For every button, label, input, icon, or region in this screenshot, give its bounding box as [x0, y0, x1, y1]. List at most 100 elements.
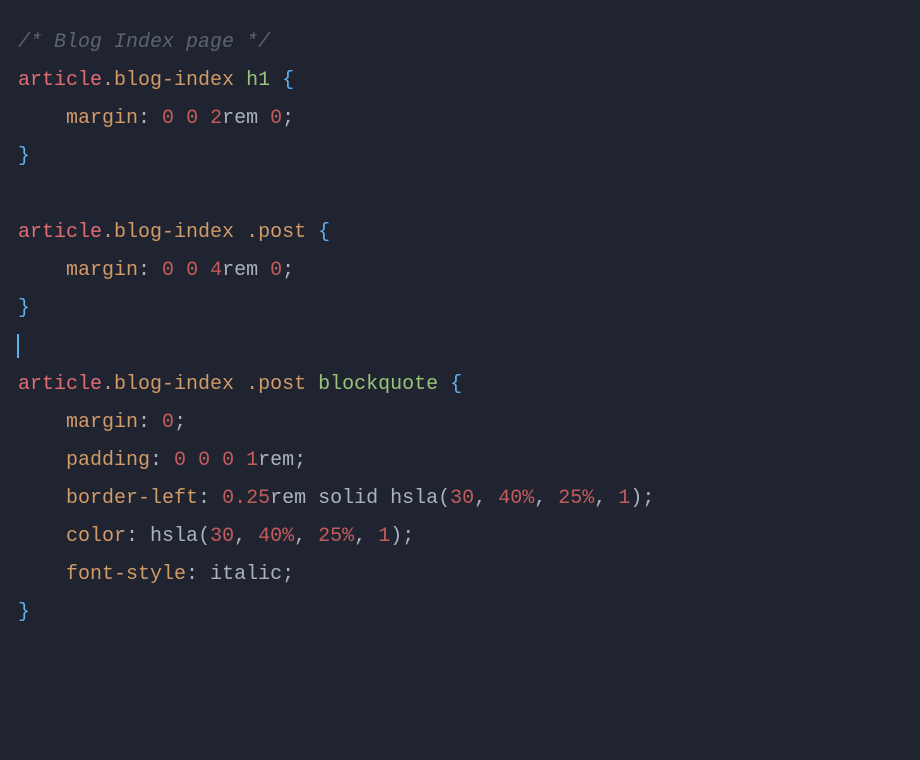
- colon: :: [150, 449, 174, 472]
- space: [258, 259, 270, 282]
- number: 0: [270, 107, 282, 130]
- indent: [18, 487, 66, 510]
- line: }: [18, 138, 902, 176]
- semicolon: ;: [282, 563, 294, 586]
- number: 30: [210, 525, 234, 548]
- line: }: [18, 594, 902, 632]
- indent: [18, 449, 66, 472]
- number: 4: [210, 259, 222, 282]
- colon: :: [198, 487, 222, 510]
- line: article.blog-index h1 {: [18, 62, 902, 100]
- number: 0: [222, 449, 234, 472]
- selector-tag: article: [18, 373, 102, 396]
- unit: rem: [222, 107, 258, 130]
- semicolon: ;: [642, 487, 654, 510]
- number: 0: [270, 259, 282, 282]
- number: 0: [162, 411, 174, 434]
- number: 1: [378, 525, 390, 548]
- selector-element: h1: [246, 69, 270, 92]
- space: [306, 373, 318, 396]
- semicolon: ;: [174, 411, 186, 434]
- colon: :: [138, 107, 162, 130]
- number: 0: [186, 107, 198, 130]
- space: [306, 221, 318, 244]
- selector-class: .blog-index: [102, 373, 234, 396]
- comma: ,: [294, 525, 318, 548]
- space: [306, 487, 318, 510]
- space: [378, 487, 390, 510]
- line: margin: 0;: [18, 404, 902, 442]
- paren-close: ): [390, 525, 402, 548]
- property: font-style: [66, 563, 186, 586]
- property: margin: [66, 259, 138, 282]
- line: }: [18, 290, 902, 328]
- selector-tag: article: [18, 221, 102, 244]
- number: 1: [618, 487, 630, 510]
- number: 0.25: [222, 487, 270, 510]
- property: margin: [66, 411, 138, 434]
- brace-open: {: [318, 221, 330, 244]
- comma: ,: [594, 487, 618, 510]
- paren-open: (: [438, 487, 450, 510]
- semicolon: ;: [282, 259, 294, 282]
- percent: %: [522, 487, 534, 510]
- comment: /* Blog Index page */: [18, 31, 270, 54]
- space: [270, 69, 282, 92]
- paren-close: ): [630, 487, 642, 510]
- space: [438, 373, 450, 396]
- line: margin: 0 0 2rem 0;: [18, 100, 902, 138]
- colon: :: [186, 563, 210, 586]
- number: 1: [246, 449, 258, 472]
- semicolon: ;: [402, 525, 414, 548]
- colon: :: [138, 411, 162, 434]
- comma: ,: [234, 525, 258, 548]
- line: border-left: 0.25rem solid hsla(30, 40%,…: [18, 480, 902, 518]
- space: [258, 107, 270, 130]
- indent: [18, 563, 66, 586]
- line: color: hsla(30, 40%, 25%, 1);: [18, 518, 902, 556]
- space: [198, 107, 210, 130]
- paren-open: (: [198, 525, 210, 548]
- number: 0: [198, 449, 210, 472]
- indent: [18, 259, 66, 282]
- number: 25: [558, 487, 582, 510]
- number: 40: [498, 487, 522, 510]
- brace-open: {: [450, 373, 462, 396]
- function: hsla: [390, 487, 438, 510]
- selector-class: .blog-index: [102, 69, 234, 92]
- selector-element: blockquote: [318, 373, 438, 396]
- keyword: solid: [318, 487, 378, 510]
- brace-close: }: [18, 297, 30, 320]
- function: hsla: [150, 525, 198, 548]
- line: article.blog-index .post {: [18, 214, 902, 252]
- line: padding: 0 0 0 1rem;: [18, 442, 902, 480]
- space: [210, 449, 222, 472]
- number: 2: [210, 107, 222, 130]
- line-comment: /* Blog Index page */: [18, 24, 902, 62]
- space: [234, 373, 246, 396]
- number: 0: [174, 449, 186, 472]
- brace-open: {: [282, 69, 294, 92]
- selector-class: .blog-index: [102, 221, 234, 244]
- unit: rem: [270, 487, 306, 510]
- brace-close: }: [18, 601, 30, 624]
- space: [174, 107, 186, 130]
- indent: [18, 411, 66, 434]
- cursor-line: [18, 328, 902, 366]
- number: 40: [258, 525, 282, 548]
- indent: [18, 525, 66, 548]
- line: margin: 0 0 4rem 0;: [18, 252, 902, 290]
- property: border-left: [66, 487, 198, 510]
- line: article.blog-index .post blockquote {: [18, 366, 902, 404]
- percent: %: [282, 525, 294, 548]
- space: [234, 221, 246, 244]
- colon: :: [138, 259, 162, 282]
- number: 0: [162, 107, 174, 130]
- property: color: [66, 525, 126, 548]
- semicolon: ;: [294, 449, 306, 472]
- colon: :: [126, 525, 150, 548]
- number: 0: [162, 259, 174, 282]
- unit: rem: [258, 449, 294, 472]
- comma: ,: [534, 487, 558, 510]
- comma: ,: [474, 487, 498, 510]
